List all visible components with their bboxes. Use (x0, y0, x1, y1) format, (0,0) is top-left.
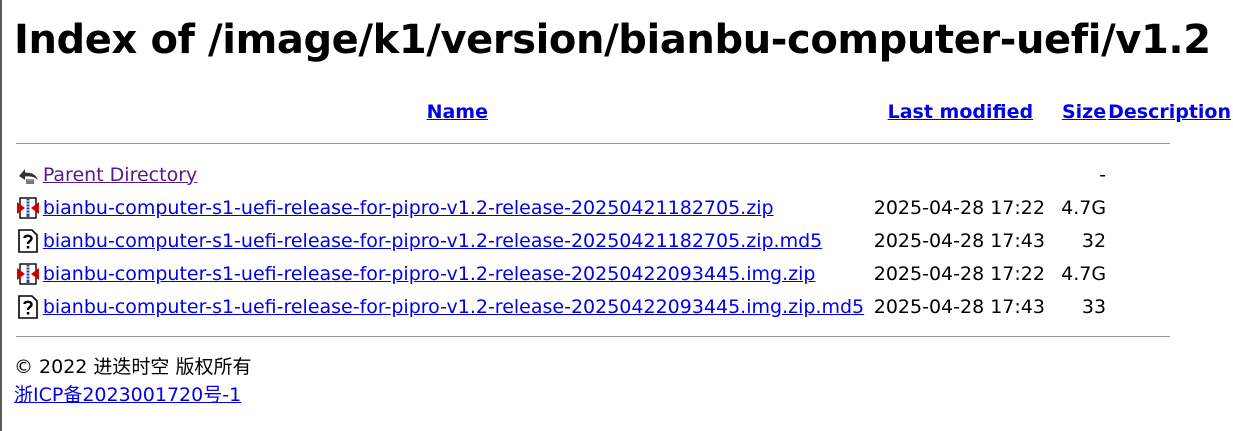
description-column-header: Description (1108, 96, 1231, 128)
copyright-text: © 2022 进迭时空 版权所有 (14, 356, 252, 378)
sort-by-name-link[interactable]: Name (427, 101, 488, 123)
file-last-modified: 2025-04-28 17:43 (873, 229, 1045, 252)
file-last-modified: 2025-04-28 17:43 (873, 295, 1045, 318)
table-row: bianbu-computer-s1-uefi-release-for-pipr… (16, 191, 1231, 224)
table-row: bianbu-computer-s1-uefi-release-for-pipr… (16, 290, 1231, 323)
footer-divider (16, 336, 1170, 337)
zip-archive-icon (16, 262, 41, 286)
file-link[interactable]: bianbu-computer-s1-uefi-release-for-pipr… (43, 263, 816, 285)
header-divider-row (16, 128, 1231, 158)
page-title: Index of /image/k1/version/bianbu-comput… (14, 17, 1211, 63)
file-size: 33 (1081, 295, 1107, 318)
file-last-modified: 2025-04-28 17:22 (873, 262, 1045, 285)
file-link[interactable]: bianbu-computer-s1-uefi-release-for-pipr… (43, 230, 822, 252)
file-link[interactable]: bianbu-computer-s1-uefi-release-for-pipr… (43, 197, 774, 219)
icon-column-header (16, 96, 41, 128)
file-description (1108, 290, 1231, 323)
footer: © 2022 进迭时空 版权所有 浙ICP备2023001720号-1 (14, 353, 251, 409)
directory-listing-table: Name Last modified Size Description Pare… (14, 96, 1233, 323)
parent-last-modified (874, 158, 1047, 191)
unknown-file-icon (16, 294, 41, 319)
name-column-header: Name (43, 96, 872, 128)
zip-archive-icon (16, 196, 41, 220)
parent-description (1108, 158, 1231, 191)
header-divider (16, 142, 1170, 144)
sort-by-last-modified-link[interactable]: Last modified (888, 101, 1033, 123)
last-modified-column-header: Last modified (874, 96, 1047, 128)
parent-size: - (1099, 163, 1107, 186)
back-icon (16, 163, 41, 187)
file-description (1108, 224, 1231, 257)
sort-by-description-link[interactable]: Description (1108, 101, 1231, 123)
file-size: 32 (1081, 229, 1107, 252)
parent-directory-link[interactable]: Parent Directory (43, 164, 197, 186)
unknown-file-icon (16, 228, 41, 253)
table-header-row: Name Last modified Size Description (16, 96, 1231, 128)
file-size: 4.7G (1061, 196, 1107, 219)
file-description (1108, 191, 1231, 224)
icp-record-link[interactable]: 浙ICP备2023001720号-1 (14, 384, 241, 406)
table-row: bianbu-computer-s1-uefi-release-for-pipr… (16, 224, 1231, 257)
size-column-header: Size (1049, 96, 1106, 128)
file-size: 4.7G (1061, 262, 1107, 285)
file-last-modified: 2025-04-28 17:22 (873, 196, 1045, 219)
table-row: bianbu-computer-s1-uefi-release-for-pipr… (16, 257, 1231, 290)
file-link[interactable]: bianbu-computer-s1-uefi-release-for-pipr… (43, 296, 864, 318)
parent-directory-row: Parent Directory - (16, 158, 1231, 191)
sort-by-size-link[interactable]: Size (1062, 101, 1106, 123)
file-description (1108, 257, 1231, 290)
